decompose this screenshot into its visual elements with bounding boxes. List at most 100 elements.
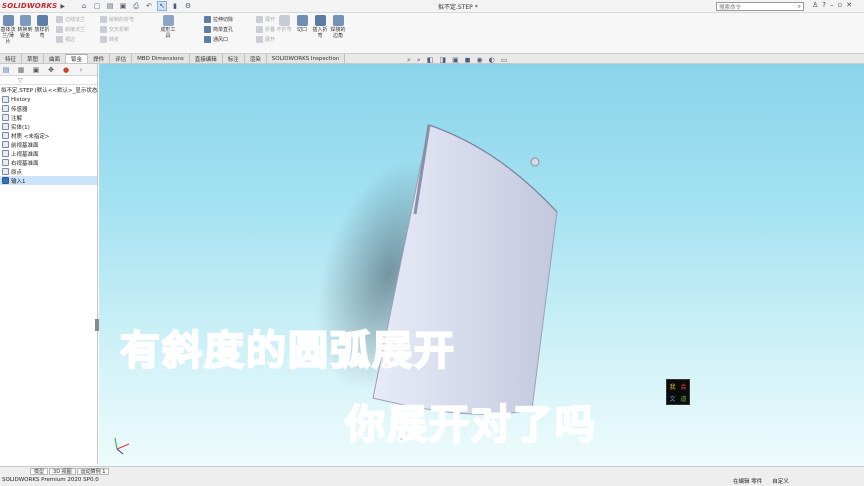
cross-break-icon — [100, 25, 107, 33]
origin-icon — [2, 168, 9, 175]
simple-hole-icon — [204, 25, 211, 33]
miter-flange-icon — [56, 25, 63, 33]
jog-button[interactable]: 转折 — [100, 35, 134, 43]
plane-icon — [2, 150, 9, 157]
home-icon[interactable]: ⌂ — [79, 1, 89, 11]
unfold-button[interactable]: 展开 — [256, 15, 275, 23]
tree-item-origin[interactable]: 原点 — [0, 167, 97, 176]
tree-item-right-plane[interactable]: 右视基准面 — [0, 158, 97, 167]
tab-render[interactable]: 渲染 — [244, 54, 267, 63]
status-bar: 模型 3D 视图 运动算例 1 SOLIDWORKS Premium 2020 … — [0, 466, 864, 486]
insert-bends-icon — [314, 15, 326, 26]
caption-line-2: 你展开对了吗 — [344, 401, 597, 449]
solidworks-logo[interactable]: SOLIDWORKS ▶ — [0, 0, 65, 13]
miter-flange-button[interactable]: 斜接法兰 — [56, 25, 85, 33]
tab-3d-views[interactable]: 3D 视图 — [49, 468, 76, 475]
panel-expand-icon[interactable]: › — [77, 66, 85, 74]
tab-surfaces[interactable]: 曲面 — [44, 54, 67, 63]
search-icon[interactable]: ⌕ — [798, 3, 801, 11]
tree-item-annotations[interactable]: 注解 — [0, 113, 97, 122]
status-right: 在编辑 零件 自定义 — [733, 477, 789, 485]
hem-button[interactable]: 褶边 — [56, 35, 85, 43]
lofted-bend-button[interactable]: 放样折弯 — [34, 15, 50, 45]
tab-sketch[interactable]: 草图 — [22, 54, 45, 63]
tab-sheet-metal[interactable]: 钣金 — [66, 54, 89, 63]
rebuild-icon[interactable]: ▮ — [170, 1, 180, 11]
save-icon[interactable]: ▣ — [118, 1, 128, 11]
close-icon[interactable]: ✕ — [846, 1, 852, 9]
simple-hole-button[interactable]: 简单直孔 — [204, 25, 233, 33]
open-icon[interactable]: ▤ — [105, 1, 115, 11]
user-icon[interactable]: ♙ — [812, 1, 818, 9]
forming-tool-icon — [162, 15, 174, 26]
print-icon[interactable]: ⎙ — [131, 1, 141, 11]
tree-filter[interactable]: ▽ — [0, 76, 97, 85]
feature-tree-icon[interactable]: ▤ — [2, 66, 10, 74]
tab-weldments[interactable]: 焊件 — [88, 54, 111, 63]
property-manager-icon[interactable]: ▦ — [17, 66, 25, 74]
tab-motion-study[interactable]: 运动算例 1 — [76, 468, 110, 475]
tab-evaluate[interactable]: 评估 — [110, 54, 133, 63]
cross-break-button[interactable]: 交叉折断 — [100, 25, 134, 33]
base-flange-icon — [2, 15, 14, 26]
sketched-bend-icon — [100, 15, 107, 23]
no-bends-button[interactable]: 不折弯 — [276, 15, 292, 39]
edge-flange-button[interactable]: 边线法兰 — [56, 15, 85, 23]
tree-root-part[interactable]: 拟不定.STEP (默认<<默认>_显示状态 — [0, 87, 97, 95]
filter-icon[interactable]: ▽ — [18, 77, 23, 84]
config-manager-icon[interactable]: ▣ — [32, 66, 40, 74]
restore-icon[interactable]: ▫ — [838, 1, 843, 9]
search-input[interactable]: 搜索命令 — [719, 3, 741, 11]
vent-button[interactable]: 通风口 — [204, 35, 233, 43]
tree-item-sensors[interactable]: 传感器 — [0, 104, 97, 113]
flatten-icon — [256, 35, 263, 43]
dimxpert-icon[interactable]: ✥ — [47, 66, 55, 74]
channel-watermark-stamp: 我 会 文 道 — [666, 379, 690, 405]
fold-button[interactable]: 折叠 — [256, 25, 275, 33]
ribbon-forming-group: 成形工具 — [160, 15, 176, 39]
status-version-text: SOLIDWORKS Premium 2020 SP0.0 — [2, 477, 99, 483]
tab-inspection[interactable]: SOLIDWORKS Inspection — [266, 54, 346, 63]
quick-access-toolbar: ⌂ ▢ ▤ ▣ ⎙ ↶ ↖ ▮ ⚙ — [79, 1, 193, 11]
logo-text: SOLIDWORKS — [2, 2, 58, 10]
flatten-button[interactable]: 展开 — [256, 35, 275, 43]
options-icon[interactable]: ⚙ — [183, 1, 193, 11]
bottom-tabs: 模型 3D 视图 运动算例 1 — [30, 468, 110, 475]
tree-item-solid-bodies[interactable]: 实体(1) — [0, 122, 97, 131]
sketched-bend-button[interactable]: 绘制的折弯 — [100, 15, 134, 23]
units-selector[interactable]: 自定义 — [772, 477, 789, 485]
tab-features[interactable]: 特征 — [0, 54, 23, 63]
tab-direct-editing[interactable]: 直接编辑 — [189, 54, 223, 63]
edge-flange-icon — [56, 15, 63, 23]
tree-item-import1[interactable]: 输入1 — [0, 176, 97, 185]
select-icon[interactable]: ↖ — [157, 1, 168, 11]
tree-item-front-plane[interactable]: 前视基准面 — [0, 140, 97, 149]
ribbon-large-group: 基体法兰/薄片 转换到钣金 放样折弯 — [0, 15, 50, 45]
forming-tool-button[interactable]: 成形工具 — [160, 15, 176, 39]
tab-model[interactable]: 模型 — [30, 468, 49, 475]
welded-corner-button[interactable]: 焊接的边角 — [330, 15, 346, 39]
minimize-icon[interactable]: – — [830, 1, 834, 9]
convert-to-sheet-metal-button[interactable]: 转换到钣金 — [17, 15, 33, 45]
tab-markup[interactable]: 标注 — [222, 54, 245, 63]
tree-item-top-plane[interactable]: 上视基准面 — [0, 149, 97, 158]
help-icon[interactable]: ? — [822, 1, 826, 9]
rip-button[interactable]: 切口 — [294, 15, 310, 39]
ribbon-small-group-1: 边线法兰 斜接法兰 褶边 — [56, 15, 85, 43]
tree-item-history[interactable]: History — [0, 95, 97, 104]
command-manager-ribbon: 基体法兰/薄片 转换到钣金 放样折弯 边线法兰 斜接法兰 褶边 绘制的折弯 交叉… — [0, 13, 864, 54]
tab-mbd[interactable]: MBD Dimensions — [132, 54, 190, 63]
insert-bends-button[interactable]: 插入折弯 — [312, 15, 328, 39]
convert-sheet-metal-icon — [19, 15, 31, 26]
undo-icon[interactable]: ↶ — [144, 1, 154, 11]
plane-icon — [2, 159, 9, 166]
search-command-box[interactable]: 搜索命令 ⌕ — [716, 2, 804, 11]
feature-manager-panel: ▤ ▦ ▣ ✥ ● › ▽ 拟不定.STEP (默认<<默认>_显示状态 His… — [0, 64, 99, 464]
tree-item-material[interactable]: 材质 <未指定> — [0, 131, 97, 140]
display-manager-icon[interactable]: ● — [62, 66, 70, 74]
new-icon[interactable]: ▢ — [92, 1, 102, 11]
extruded-cut-button[interactable]: 拉伸切除 — [204, 15, 233, 23]
extruded-cut-icon — [204, 15, 211, 23]
menu-expand-icon[interactable]: ▶ — [60, 3, 65, 10]
base-flange-button[interactable]: 基体法兰/薄片 — [0, 15, 16, 45]
